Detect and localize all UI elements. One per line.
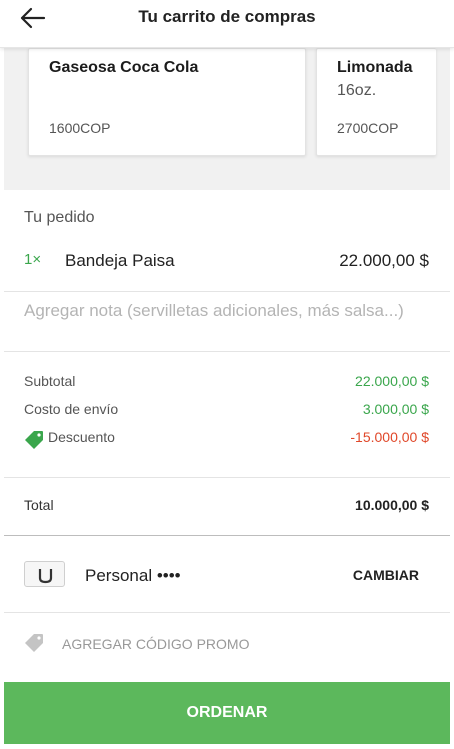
suggested-item-price: 2700COP <box>337 120 399 136</box>
discount-value: -15.000,00 $ <box>350 429 429 445</box>
total-value: 10.000,00 $ <box>355 497 429 513</box>
discount-row: Descuento -15.000,00 $ <box>24 429 429 449</box>
order-section-label: Tu pedido <box>24 209 95 226</box>
divider <box>4 477 450 478</box>
divider <box>4 535 450 536</box>
suggested-item-card[interactable]: Gaseosa Coca Cola 1600COP <box>28 48 306 156</box>
tag-icon <box>25 431 43 449</box>
suggested-item-name: Limonada <box>337 59 413 76</box>
divider <box>4 612 450 613</box>
uber-cash-icon <box>38 569 53 584</box>
order-note-input[interactable]: Agregar nota (servilletas adicionales, m… <box>24 302 404 319</box>
change-payment-button[interactable]: CAMBIAR <box>353 567 419 583</box>
shipping-label: Costo de envío <box>24 401 119 417</box>
divider <box>4 351 450 352</box>
order-button[interactable]: ORDENAR <box>4 682 450 744</box>
suggested-item-size: 16oz. <box>337 82 377 99</box>
add-promo-code-button[interactable]: AGREGAR CÓDIGO PROMO <box>62 636 249 652</box>
suggested-items-carousel[interactable]: Gaseosa Coca Cola 1600COP Limonada 16oz.… <box>4 48 450 190</box>
tag-icon <box>25 634 43 652</box>
page-title: Tu carrito de compras <box>138 7 316 26</box>
suggested-item-card[interactable]: Limonada 16oz. 2700COP <box>316 48 436 156</box>
divider <box>4 291 450 292</box>
total-label: Total <box>24 497 54 513</box>
item-name: Bandeja Paisa <box>65 251 175 270</box>
shipping-row: Costo de envío 3.000,00 $ <box>24 401 429 421</box>
suggested-item-name: Gaseosa Coca Cola <box>49 59 199 76</box>
shipping-value: 3.000,00 $ <box>362 401 429 417</box>
subtotal-row: Subtotal 22.000,00 $ <box>24 373 429 393</box>
subtotal-value: 22.000,00 $ <box>355 373 429 389</box>
subtotal-label: Subtotal <box>24 373 76 389</box>
payment-method-icon <box>24 561 65 587</box>
app-header: Tu carrito de compras <box>0 0 454 48</box>
payment-method-label: Personal •••• <box>85 566 181 585</box>
discount-label: Descuento <box>48 429 115 445</box>
suggested-item-price: 1600COP <box>49 120 111 136</box>
item-quantity: 1× <box>24 251 42 268</box>
item-price: 22.000,00 $ <box>339 251 429 270</box>
